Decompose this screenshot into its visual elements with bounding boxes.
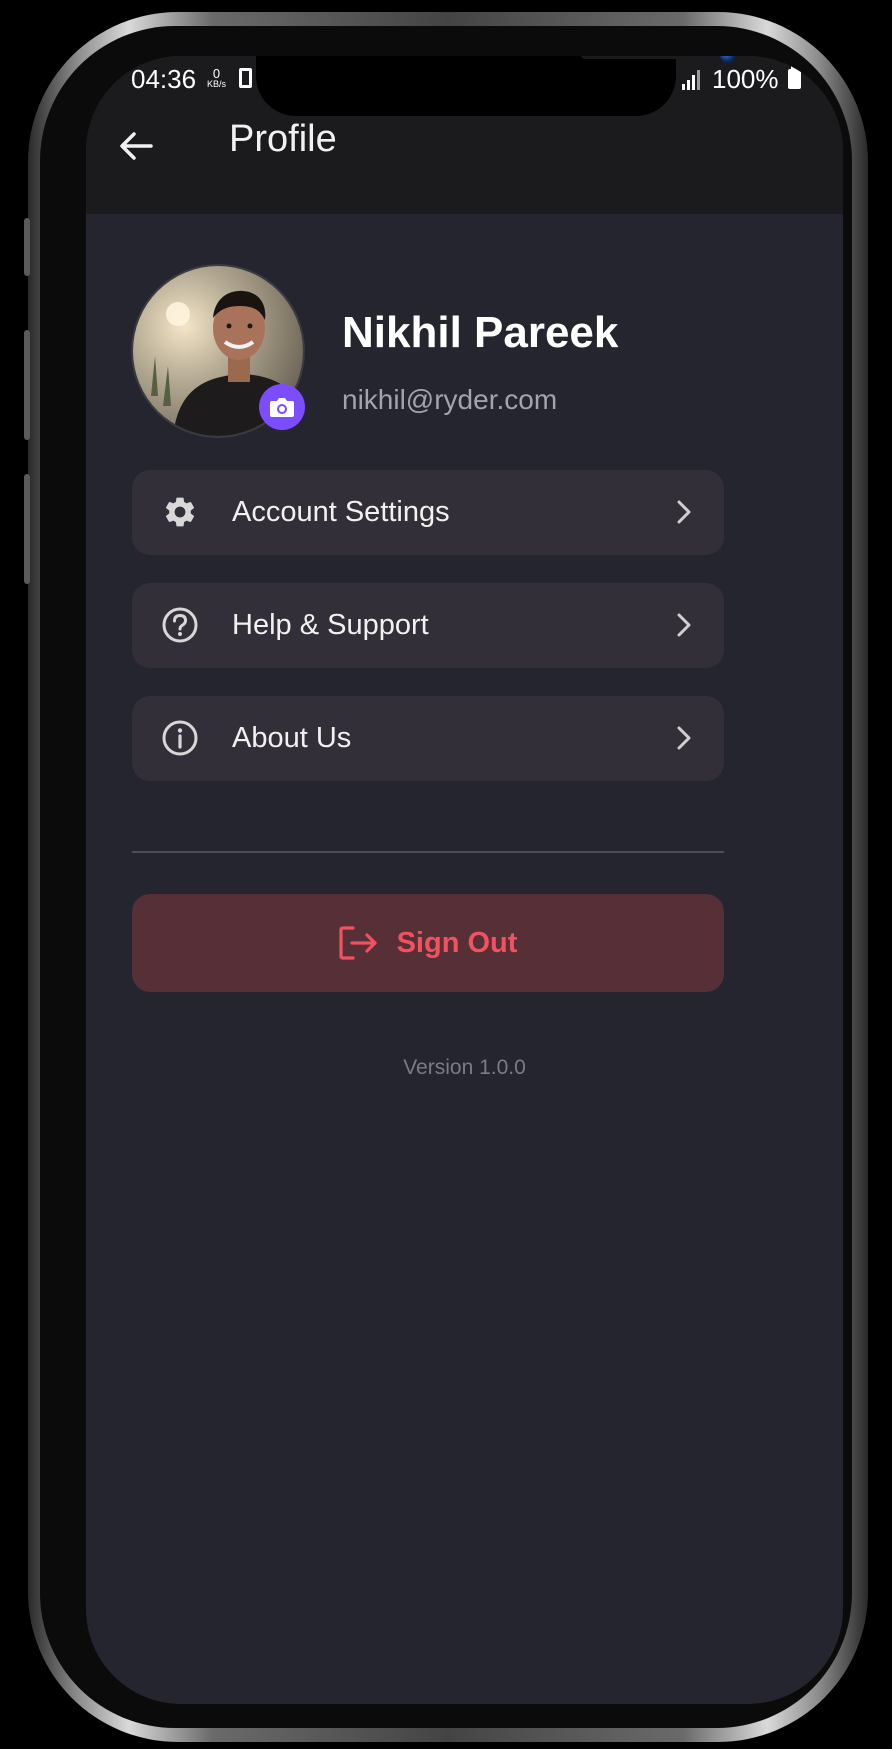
phone-side-button	[24, 218, 30, 276]
menu-item-label: About Us	[232, 722, 352, 754]
status-time: 04:36	[131, 64, 197, 94]
sim-icon	[239, 68, 252, 88]
logout-icon	[338, 926, 377, 960]
menu-item-about-us[interactable]: About Us	[132, 696, 724, 781]
sign-out-button[interactable]: Sign Out	[132, 894, 724, 992]
phone-side-button	[24, 474, 30, 584]
menu-item-account-settings[interactable]: Account Settings	[132, 470, 724, 555]
battery-level: 100%	[712, 64, 779, 94]
network-speed-unit: KB/s	[207, 79, 227, 89]
camera-icon	[270, 398, 294, 417]
back-button[interactable]	[106, 116, 166, 176]
chevron-right-icon	[670, 724, 698, 752]
page-title: Profile	[229, 118, 337, 160]
arrow-left-icon	[120, 132, 153, 160]
user-email: nikhil@ryder.com	[342, 384, 558, 415]
info-circle-icon	[160, 718, 200, 758]
menu-item-label: Account Settings	[232, 496, 450, 528]
menu-item-label: Help & Support	[232, 609, 429, 641]
battery-icon	[788, 66, 801, 89]
user-name: Nikhil Pareek	[342, 308, 619, 357]
app-version: Version 1.0.0	[403, 1056, 526, 1079]
chevron-right-icon	[670, 611, 698, 639]
earpiece-speaker	[581, 56, 681, 59]
sign-out-label: Sign Out	[396, 926, 518, 959]
network-speed: 0 KB/s	[207, 67, 226, 89]
signal-icon	[682, 70, 704, 90]
menu-item-help-support[interactable]: Help & Support	[132, 583, 724, 668]
question-circle-icon	[160, 605, 200, 645]
change-photo-button[interactable]	[259, 384, 305, 430]
phone-side-button	[24, 330, 30, 440]
divider	[132, 851, 724, 853]
front-camera	[720, 56, 736, 63]
phone-screen: 04:36 0 KB/s 100% Profile Nikhil Pareek …	[86, 56, 843, 1704]
gear-icon	[160, 492, 200, 532]
app-bar: 04:36 0 KB/s 100% Profile	[86, 56, 843, 214]
chevron-right-icon	[670, 498, 698, 526]
notch	[256, 56, 736, 116]
